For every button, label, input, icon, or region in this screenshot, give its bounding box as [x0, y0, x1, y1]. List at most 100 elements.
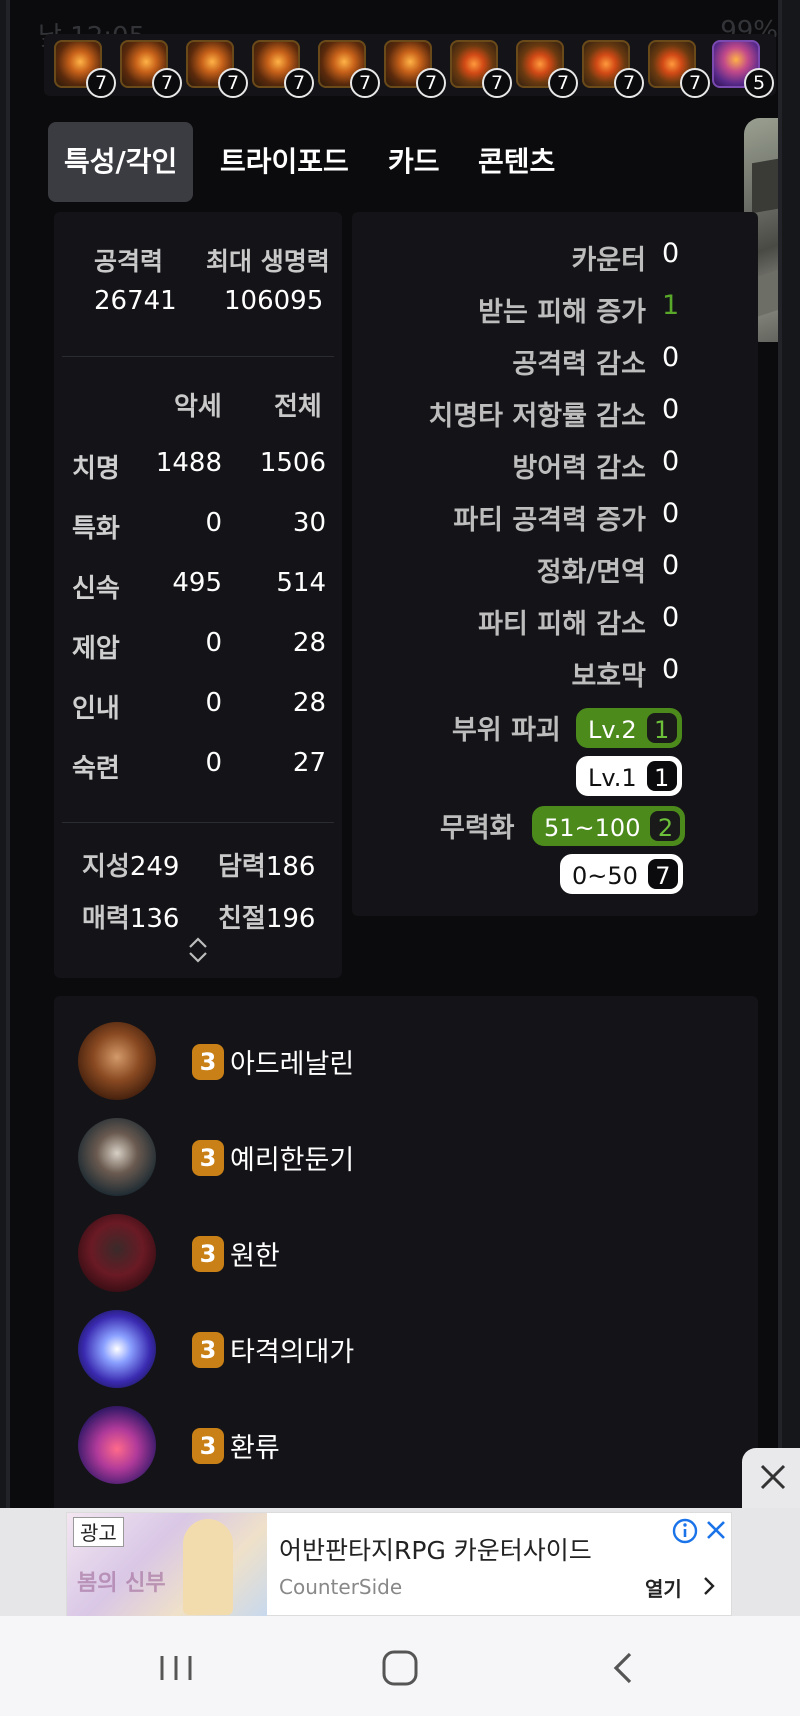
hit-master-icon [78, 1310, 156, 1388]
gem-row: 7 7 7 7 7 7 7 7 7 7 5 [44, 34, 776, 98]
stat-accessory-value: 0 [205, 628, 222, 658]
pill-count: 1 [646, 761, 677, 792]
gem-slot[interactable]: 7 [384, 40, 446, 98]
stat-name: 숙련 [72, 754, 120, 784]
ad-label: 광고 [73, 1517, 124, 1547]
gem-level-badge: 5 [744, 68, 774, 98]
gem-level-badge: 7 [218, 68, 248, 98]
attribute-value: 249 [129, 852, 180, 882]
stagger-label: 무력화 [440, 813, 515, 844]
attribute-name: 담력 [218, 852, 266, 882]
tab-engravings[interactable]: 특성/각인 [48, 122, 194, 202]
stat-row: 인내 0 28 [54, 688, 342, 728]
grudge-icon [78, 1214, 156, 1292]
thumbnail-shape [752, 152, 778, 214]
pill-text: 51~100 [544, 814, 641, 842]
synergy-row: 카운터 0 [352, 238, 758, 282]
tab-tripods[interactable]: 트라이포드 [204, 122, 365, 202]
close-icon [760, 1464, 786, 1490]
synergy-row: 받는 피해 증가 1 [352, 290, 758, 334]
gem-slot[interactable]: 5 [712, 40, 774, 98]
stagger-high-pill: 51~100 2 [532, 806, 686, 846]
gem-level-badge: 7 [350, 68, 380, 98]
synergy-row: 공격력 감소 0 [352, 342, 758, 386]
attribute-courage: 담력186 [218, 846, 315, 883]
chevron-right-icon[interactable] [699, 1573, 719, 1599]
recent-apps-icon[interactable] [154, 1648, 198, 1688]
engraving-name: 환류 [230, 1433, 280, 1464]
engravings-panel: 3 아드레날린 3 예리한둔기 3 원한 3 타격의대가 3 환류 [54, 996, 758, 1508]
tab-cards[interactable]: 카드 [372, 122, 456, 202]
ad-content[interactable]: 봄의 신부 광고 어반판타지RPG 카운터사이드 CounterSide 열기 [66, 1512, 732, 1617]
stat-accessory-value: 1488 [155, 448, 222, 478]
adrenaline-icon [78, 1022, 156, 1100]
gem-slot[interactable]: 7 [120, 40, 182, 98]
engraving-item[interactable]: 3 아드레날린 [78, 1022, 678, 1102]
gem-slot[interactable]: 7 [186, 40, 248, 98]
ad-image[interactable]: 봄의 신부 광고 [67, 1513, 267, 1617]
stat-row: 신속 495 514 [54, 568, 342, 608]
expand-toggle-icon[interactable] [186, 936, 210, 964]
engraving-name: 예리한둔기 [230, 1145, 355, 1176]
gem-level-badge: 7 [482, 68, 512, 98]
engraving-level-badge: 3 [192, 1140, 224, 1176]
gem-level-badge: 7 [86, 68, 116, 98]
info-icon[interactable] [671, 1517, 699, 1545]
ad-title[interactable]: 어반판타지RPG 카운터사이드 [279, 1531, 592, 1567]
synergy-row: 정화/면역 0 [352, 550, 758, 594]
ad-subtitle: CounterSide [279, 1575, 403, 1599]
attribute-value: 136 [129, 904, 180, 934]
engraving-item[interactable]: 3 원한 [78, 1214, 678, 1294]
stat-name: 특화 [72, 514, 120, 544]
stat-name: 치명 [72, 454, 120, 484]
ad-open-button[interactable]: 열기 [645, 1573, 682, 1602]
synergy-row: 치명타 저항률 감소 0 [352, 394, 758, 438]
ad-close-button[interactable] [742, 1448, 800, 1508]
ad-banner[interactable]: 봄의 신부 광고 어반판타지RPG 카운터사이드 CounterSide 열기 [0, 1508, 800, 1617]
engraving-level-badge: 3 [192, 1044, 224, 1080]
pill-count: 7 [647, 859, 678, 890]
gem-slot[interactable]: 7 [54, 40, 116, 98]
gem-level-badge: 7 [548, 68, 578, 98]
pill-count: 1 [646, 713, 677, 744]
synergy-row: 파티 공격력 증가 0 [352, 498, 758, 542]
gem-level-badge: 7 [416, 68, 446, 98]
stat-total-value: 28 [292, 628, 326, 658]
synergy-count: 0 [662, 446, 680, 477]
synergy-row: 보호막 0 [352, 654, 758, 698]
gem-slot[interactable]: 7 [582, 40, 644, 98]
ad-image-title: 봄의 신부 [77, 1571, 166, 1596]
attribute-value: 186 [265, 852, 316, 882]
stat-row: 특화 0 30 [54, 508, 342, 548]
engraving-item[interactable]: 3 예리한둔기 [78, 1118, 678, 1198]
ad-dismiss-icon[interactable] [703, 1517, 729, 1543]
tab-contents[interactable]: 콘텐츠 [462, 122, 571, 202]
stat-total-value: 27 [292, 748, 326, 778]
pill-text: Lv.1 [588, 764, 637, 792]
stat-total-value: 30 [292, 508, 326, 538]
synergy-label: 카운터 [571, 245, 646, 276]
synergy-count: 0 [662, 654, 680, 685]
stagger-low-pill: 0~50 7 [560, 854, 683, 894]
attribute-charm: 매력136 [82, 898, 179, 935]
engraving-item[interactable]: 3 환류 [78, 1406, 678, 1486]
part-break-label: 부위 파괴 [452, 715, 561, 746]
gem-slot[interactable]: 7 [516, 40, 578, 98]
magick-stream-icon [78, 1406, 156, 1484]
gem-slot[interactable]: 7 [318, 40, 380, 98]
attack-label: 공격력 [94, 247, 164, 276]
gem-level-badge: 7 [284, 68, 314, 98]
back-icon[interactable] [602, 1648, 646, 1688]
engraving-name: 아드레날린 [230, 1049, 355, 1080]
accessory-column-header: 악세 [174, 392, 222, 422]
engraving-item[interactable]: 3 타격의대가 [78, 1310, 678, 1390]
gem-slot[interactable]: 7 [648, 40, 710, 98]
stat-accessory-value: 495 [172, 568, 222, 598]
attribute-intellect: 지성249 [82, 846, 179, 883]
synergy-count: 0 [662, 550, 680, 581]
gem-slot[interactable]: 7 [450, 40, 512, 98]
synergy-label: 공격력 감소 [512, 349, 646, 380]
gem-slot[interactable]: 7 [252, 40, 314, 98]
home-icon[interactable] [378, 1648, 422, 1688]
stat-row: 제압 0 28 [54, 628, 342, 668]
